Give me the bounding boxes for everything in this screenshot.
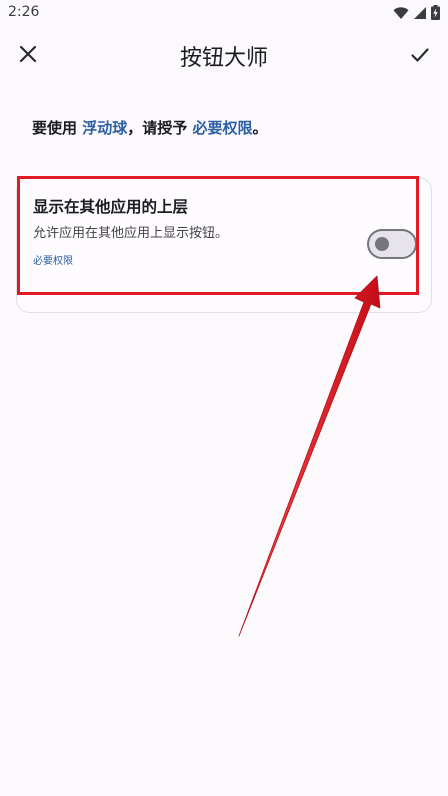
page-title: 按钮大师	[179, 46, 268, 71]
signal-icon	[413, 6, 427, 20]
battery-charging-icon	[431, 5, 440, 20]
status-bar: 2:26	[0, 0, 448, 26]
permission-prompt: 要使用 浮动球，请授予 必要权限。	[32, 117, 268, 138]
status-icons	[393, 5, 440, 20]
confirm-button[interactable]	[404, 40, 436, 72]
overlay-permission-card[interactable]: 显示在其他应用的上层 允许应用在其他应用上显示按钮。 必要权限	[16, 177, 432, 313]
feature-link[interactable]: 浮动球	[82, 119, 127, 137]
annotation-arrow-shape	[238, 275, 381, 637]
status-time: 2:26	[8, 4, 40, 20]
prompt-middle: ，请授予	[127, 119, 193, 137]
permission-link[interactable]: 必要权限	[192, 119, 252, 137]
overlay-permission-toggle[interactable]	[367, 229, 417, 259]
permission-title: 显示在其他应用的上层	[33, 198, 189, 216]
wifi-icon	[393, 6, 409, 20]
required-permission-tag: 必要权限	[33, 256, 73, 267]
check-icon	[411, 47, 429, 66]
toggle-thumb	[375, 237, 389, 251]
permission-description: 允许应用在其他应用上显示按钮。	[33, 226, 229, 241]
app-bar: 按钮大师	[0, 26, 448, 86]
prompt-suffix: 。	[252, 119, 268, 137]
prompt-prefix: 要使用	[32, 119, 83, 137]
